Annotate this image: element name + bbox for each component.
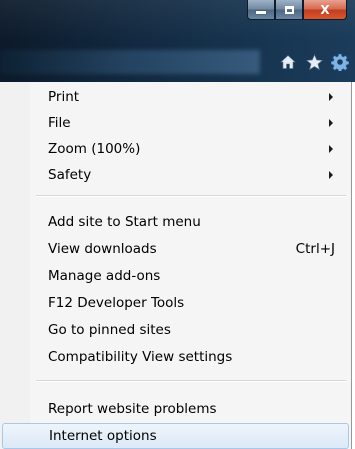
close-icon: X [320,2,330,17]
menu-item-label: Go to pinned sites [48,322,171,338]
menu-item-report-website-problems[interactable]: Report website problems [2,396,349,422]
gear-icon [331,53,349,71]
menu-item-manage-add-ons[interactable]: Manage add-ons [2,263,349,289]
address-bar[interactable] [0,50,260,74]
menu-separator [36,195,346,197]
menu-item-add-site-to-start[interactable]: Add site to Start menu [2,209,349,235]
submenu-arrow-icon [329,145,333,153]
menu-item-label: Print [48,89,80,105]
menu-item-label: F12 Developer Tools [48,295,185,311]
menu-item-shortcut: Ctrl+J [295,241,335,257]
menu-item-label: Add site to Start menu [48,214,201,230]
star-icon [305,53,323,70]
submenu-arrow-icon [329,119,333,127]
command-icons [279,50,349,74]
minimize-button[interactable] [247,0,275,20]
menu-item-label: Safety [48,167,92,183]
menu-item-zoom[interactable]: Zoom (100%) [2,136,349,162]
maximize-button[interactable] [275,0,303,20]
maximize-icon [284,5,294,14]
submenu-arrow-icon [329,171,333,179]
favorites-button[interactable] [305,53,323,71]
browser-window: X Print File Zoom (100%) Safety Add site… [0,0,355,449]
home-icon [280,55,296,69]
menu-item-safety[interactable]: Safety [2,162,349,188]
menu-item-compatibility-view-settings[interactable]: Compatibility View settings [2,344,349,370]
menu-item-label: Manage add-ons [48,268,161,284]
menu-item-file[interactable]: File [2,110,349,136]
menu-item-f12-developer-tools[interactable]: F12 Developer Tools [2,290,349,316]
tools-menu: Print File Zoom (100%) Safety Add site t… [0,82,352,449]
submenu-arrow-icon [329,93,333,101]
menu-item-print[interactable]: Print [2,84,349,110]
menu-separator [36,380,346,382]
menu-item-label: Zoom (100%) [48,141,141,157]
caption-buttons: X [247,0,347,22]
menu-item-label: Compatibility View settings [48,349,233,365]
menu-item-internet-options[interactable]: Internet options [2,423,349,449]
menu-item-go-to-pinned-sites[interactable]: Go to pinned sites [2,317,349,343]
menu-item-label: Report website problems [48,401,217,417]
close-button[interactable]: X [303,0,347,20]
home-button[interactable] [279,53,297,71]
menu-item-view-downloads[interactable]: View downloads Ctrl+J [2,236,349,262]
tools-button[interactable] [331,53,349,71]
menu-item-label: File [48,115,71,131]
menu-item-label: Internet options [49,428,157,444]
minimize-icon [256,11,266,14]
window-chrome: X [0,0,355,82]
